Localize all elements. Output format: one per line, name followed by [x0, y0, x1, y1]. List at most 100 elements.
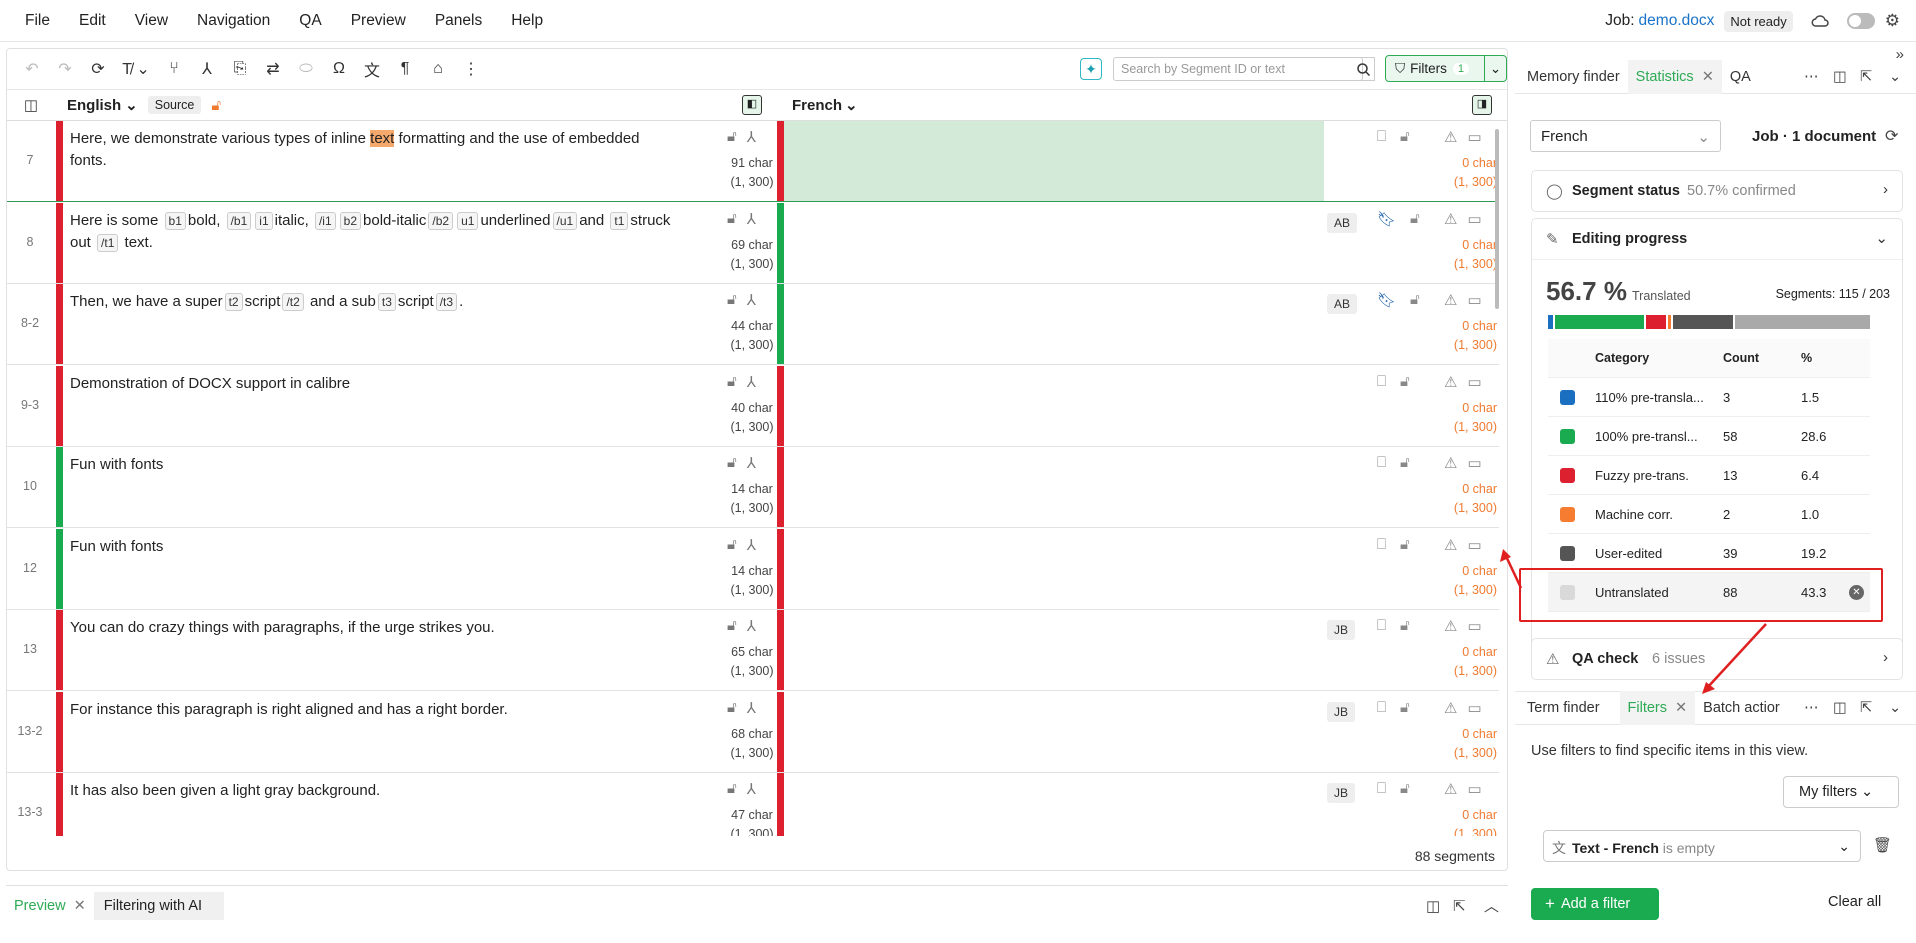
close-icon[interactable]: ✕	[74, 898, 86, 914]
editing-progress-label[interactable]: Editing progress	[1572, 231, 1687, 247]
clear-format-icon[interactable]: T̸ ⌄	[116, 54, 156, 84]
bookmark-icon[interactable]: ⎕	[1377, 373, 1386, 390]
inline-tag[interactable]: u1	[457, 211, 479, 230]
target-lang-select[interactable]: French	[792, 97, 842, 114]
table-row[interactable]: 100% pre-transl... 58 28.6	[1548, 417, 1870, 456]
my-filters-button[interactable]: My filters ⌄	[1783, 776, 1899, 808]
lock-open-icon[interactable]: 🔓︎	[1410, 210, 1420, 228]
filters-button[interactable]: ⛉ Filters 1 ⌄	[1385, 55, 1507, 82]
target-text[interactable]	[784, 610, 1324, 690]
source-text[interactable]: Fun with fonts	[70, 454, 680, 476]
chevron-down-icon[interactable]: ⌄	[1889, 700, 1901, 716]
undo-icon[interactable]: ↶	[17, 54, 47, 84]
bookmark-icon[interactable]: ⎕	[1377, 617, 1386, 634]
more-icon[interactable]: ⋯	[1804, 700, 1819, 716]
warning-icon[interactable]: ⚠	[1444, 536, 1457, 554]
merge-icon[interactable]: ⑂	[159, 54, 189, 84]
comment-icon[interactable]: ▭	[1467, 128, 1481, 146]
close-icon[interactable]: ✕	[1675, 700, 1687, 716]
warning-icon[interactable]: ⚠	[1444, 699, 1457, 717]
redo-icon[interactable]: ↷	[50, 54, 80, 84]
inline-tag[interactable]: t2	[224, 293, 243, 311]
inline-tag[interactable]: t3	[377, 293, 396, 311]
search-input[interactable]: Search by Segment ID or text	[1113, 57, 1363, 81]
bookmark-icon[interactable]: ⎕	[1377, 699, 1386, 716]
menu-file[interactable]: File	[25, 12, 50, 30]
warning-icon[interactable]: ⚠	[1444, 291, 1457, 309]
segment-row[interactable]: 8-2 Then, we have a super t2 script/t2 and…	[7, 284, 1499, 365]
source-text[interactable]: Fun with fonts	[70, 536, 680, 558]
lock-open-icon[interactable]: 🔓︎	[727, 780, 737, 798]
menu-help[interactable]: Help	[511, 12, 543, 30]
theme-toggle[interactable]	[1846, 13, 1875, 29]
lock-icon[interactable]: 🔓︎	[211, 97, 221, 114]
copy-source-icon[interactable]: ⎘	[225, 54, 255, 84]
chevron-down-icon[interactable]: ⌄	[1889, 69, 1901, 85]
external-link-icon[interactable]: ⇱	[1860, 69, 1872, 85]
comment-icon[interactable]: ▭	[1467, 210, 1481, 228]
comment-icon[interactable]: ▭	[1467, 291, 1481, 309]
add-filter-button[interactable]: + Add a filter	[1531, 888, 1659, 920]
bookmark-icon[interactable]: 🔖︎	[1377, 210, 1396, 228]
chevron-down-icon[interactable]: ⌄	[1484, 56, 1506, 81]
inline-tag[interactable]: t1	[610, 211, 629, 230]
split-icon[interactable]: ⅄	[747, 536, 756, 554]
inline-tag[interactable]: b2	[339, 211, 362, 230]
source-text[interactable]: You can do crazy things with paragraphs,…	[70, 617, 680, 639]
source-text[interactable]: Here, we demonstrate various types of in…	[70, 128, 680, 172]
tab-filtering-with-ai[interactable]: Filtering with AI	[93, 891, 225, 920]
bookmark-icon[interactable]: ⎕	[1377, 454, 1386, 471]
comment-icon[interactable]: ▭	[1467, 454, 1481, 472]
comment-icon[interactable]: ▭	[1467, 699, 1481, 717]
segment-row[interactable]: 10 Fun with fonts 🔓︎ ⅄ 14 char (1, 300) ⎕ 🔓…	[7, 447, 1499, 528]
language-select[interactable]: French ⌄	[1530, 120, 1721, 152]
lock-open-icon[interactable]: 🔓︎	[727, 617, 737, 635]
warning-icon[interactable]: ⚠	[1444, 210, 1457, 228]
filter-condition[interactable]: 文 Text - French is empty ⌄	[1543, 830, 1861, 862]
scrollbar[interactable]	[1495, 129, 1499, 309]
split-icon[interactable]: ⅄	[747, 780, 756, 798]
target-text[interactable]	[784, 773, 1324, 836]
segment-row[interactable]: 13-3 It has also been given a light gray…	[7, 773, 1499, 836]
warning-icon[interactable]: ⚠	[1444, 373, 1457, 391]
lock-open-icon[interactable]: 🔓︎	[727, 454, 737, 472]
segment-row[interactable]: 12 Fun with fonts 🔓︎ ⅄ 14 char (1, 300) ⎕ 🔓…	[7, 528, 1499, 610]
menu-qa[interactable]: QA	[299, 12, 321, 30]
insert-tags-icon[interactable]: ⇄	[258, 54, 288, 84]
tab-term-finder[interactable]: Term finder	[1519, 691, 1608, 725]
source-text[interactable]: Demonstration of DOCX support in calibre	[70, 373, 680, 395]
warning-icon[interactable]: ⚠	[1444, 454, 1457, 472]
target-text[interactable]	[784, 529, 1324, 609]
search-icon[interactable]	[1353, 57, 1375, 81]
lock-open-icon[interactable]: 🔓︎	[1400, 454, 1410, 471]
split-icon[interactable]: ⅄	[747, 699, 756, 717]
collapse-panel-icon[interactable]: »	[1896, 46, 1904, 63]
inline-tag[interactable]: b1	[164, 211, 186, 230]
target-text[interactable]	[784, 692, 1324, 772]
lock-open-icon[interactable]: 🔓︎	[1400, 536, 1410, 553]
lock-open-icon[interactable]: 🔓︎	[727, 699, 737, 717]
lock-open-icon[interactable]: 🔓︎	[727, 373, 737, 391]
collapse-target-icon[interactable]: ◨	[1472, 95, 1492, 115]
clear-all-link[interactable]: Clear all	[1828, 894, 1881, 910]
chevron-up-icon[interactable]: ︿	[1484, 895, 1499, 916]
target-text[interactable]	[784, 121, 1324, 201]
warning-icon[interactable]: ⚠	[1444, 780, 1457, 798]
chevron-down-icon[interactable]: ⌄	[125, 96, 138, 114]
split-icon[interactable]: ⅄	[192, 54, 222, 84]
menu-panels[interactable]: Panels	[435, 12, 482, 30]
split-icon[interactable]: ⅄	[747, 128, 756, 146]
menu-preview[interactable]: Preview	[351, 12, 406, 30]
split-icon[interactable]: ⅄	[747, 291, 756, 309]
tab-preview[interactable]: Preview ✕	[6, 892, 94, 920]
qa-check-card[interactable]: ⚠ QA check 6 issues ›	[1531, 638, 1903, 680]
gear-icon[interactable]: ⚙	[1885, 11, 1900, 31]
lock-open-icon[interactable]: 🔓︎	[1400, 780, 1410, 797]
menu-view[interactable]: View	[135, 12, 168, 30]
inline-tag[interactable]: /t2	[282, 293, 304, 311]
split-icon[interactable]: ⅄	[747, 373, 756, 391]
split-icon[interactable]: ⅄	[747, 210, 756, 228]
collapse-source-icon[interactable]: ◧	[742, 95, 762, 115]
menu-navigation[interactable]: Navigation	[197, 12, 270, 30]
segment-row[interactable]: 13 You can do crazy things with paragrap…	[7, 610, 1499, 691]
